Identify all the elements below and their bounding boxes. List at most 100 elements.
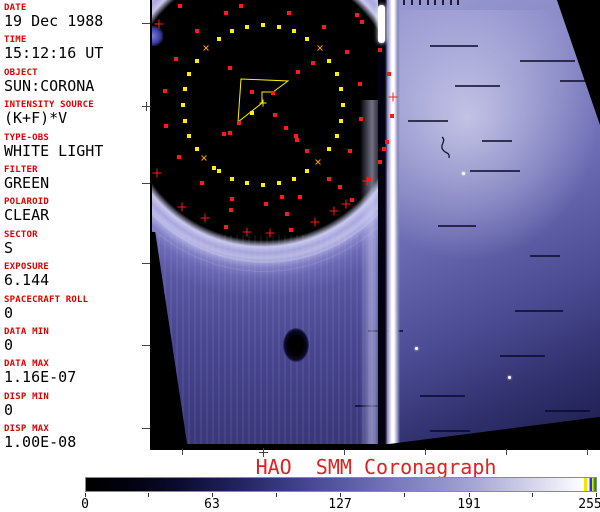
red-fiducial-dot xyxy=(163,89,167,93)
dark-streak xyxy=(545,410,590,412)
yellow-fiducial-dot xyxy=(335,72,339,76)
colorbar-label: 191 xyxy=(457,497,480,512)
telemetry-field: INTENSITY SOURCE(K+F)*V xyxy=(4,100,148,126)
field-value: 19 Dec 1988 xyxy=(4,14,148,29)
dark-streak xyxy=(430,45,478,47)
white-speck xyxy=(415,347,418,350)
field-value: WHITE LIGHT xyxy=(4,144,148,159)
yellow-fiducial-dot xyxy=(277,181,281,185)
red-plus-marker xyxy=(201,214,210,223)
red-fiducial-dot xyxy=(230,197,234,201)
red-fiducial-dot xyxy=(222,132,226,136)
telemetry-sidebar: DATE19 Dec 1988TIME15:12:16 UTOBJECTSUN:… xyxy=(0,0,150,450)
top-edge-mark xyxy=(427,0,429,5)
red-fiducial-dot xyxy=(280,195,284,199)
yellow-fiducial-dot xyxy=(292,29,296,33)
red-fiducial-dot xyxy=(228,66,232,70)
yellow-fiducial-dot xyxy=(195,59,199,63)
red-plus-marker xyxy=(389,93,398,102)
red-fiducial-dot xyxy=(311,61,315,65)
yellow-fiducial-dot xyxy=(327,147,331,151)
top-edge-mark xyxy=(411,0,413,5)
red-plus-marker xyxy=(363,177,372,186)
yellow-fiducial-dot xyxy=(335,134,339,138)
telemetry-field: TIME15:12:16 UT xyxy=(4,35,148,61)
dark-streak xyxy=(515,310,563,312)
yellow-fiducial-dot xyxy=(212,166,216,170)
yellow-fiducial-dot xyxy=(195,147,199,151)
telemetry-field: POLAROIDCLEAR xyxy=(4,197,148,223)
white-sliver-artifact xyxy=(378,5,385,43)
red-fiducial-dot xyxy=(285,212,289,216)
corona-striations xyxy=(152,235,378,447)
left-axis-tick xyxy=(142,183,150,184)
telemetry-field: EXPOSURE6.144 xyxy=(4,262,148,288)
dark-streak xyxy=(520,60,575,62)
red-fiducial-dot xyxy=(250,90,254,94)
instrument-title: HAO SMM Coronagraph xyxy=(152,455,600,479)
red-fiducial-dot xyxy=(322,25,326,29)
top-edge-mark xyxy=(442,0,444,5)
red-fiducial-dot xyxy=(296,70,300,74)
yellow-fiducial-dot xyxy=(277,25,281,29)
yellow-fiducial-dot xyxy=(305,37,309,41)
red-fiducial-dot xyxy=(359,117,363,121)
dark-streak xyxy=(455,85,500,87)
yellow-fiducial-dot xyxy=(327,59,331,63)
yellow-fiducial-dot xyxy=(250,111,254,115)
red-fiducial-dot xyxy=(385,140,389,144)
top-edge-mark xyxy=(457,0,459,5)
field-value: 0 xyxy=(4,306,148,321)
red-fiducial-dot xyxy=(387,72,391,76)
field-label: DATA MIN xyxy=(4,327,148,337)
red-fiducial-dot xyxy=(289,228,293,232)
field-value: 6.144 xyxy=(4,273,148,288)
dark-squiggle-artifact xyxy=(438,136,454,160)
left-axis-tick xyxy=(142,263,150,264)
frame-edge-glint xyxy=(152,26,163,46)
yellow-fiducial-dot xyxy=(341,103,345,107)
red-fiducial-dot xyxy=(164,124,168,128)
red-fiducial-dot xyxy=(382,147,386,151)
red-fiducial-dot xyxy=(284,126,288,130)
yellow-fiducial-dot xyxy=(261,183,265,187)
field-value: (K+F)*V xyxy=(4,111,148,126)
red-fiducial-dot xyxy=(174,57,178,61)
field-value: S xyxy=(4,241,148,256)
telemetry-field: DISP MIN0 xyxy=(4,392,148,418)
field-value: CLEAR xyxy=(4,208,148,223)
red-fiducial-dot xyxy=(305,149,309,153)
dark-streak xyxy=(438,225,476,227)
white-speck xyxy=(462,172,465,175)
red-fiducial-dot xyxy=(239,4,243,8)
yellow-fiducial-dot xyxy=(230,177,234,181)
red-plus-marker xyxy=(155,20,164,29)
top-edge-mark xyxy=(403,0,405,5)
seam-bright-band xyxy=(360,100,380,447)
yellow-fiducial-dot xyxy=(230,29,234,33)
red-fiducial-dot xyxy=(378,48,382,52)
red-fiducial-dot xyxy=(229,208,233,212)
red-fiducial-dot xyxy=(177,155,181,159)
red-fiducial-dot xyxy=(200,181,204,185)
colorbar-minor-tick xyxy=(148,493,149,497)
field-value: SUN:CORONA xyxy=(4,79,148,94)
red-fiducial-dot xyxy=(390,114,394,118)
red-plus-marker xyxy=(266,229,275,238)
coronal-brightening xyxy=(387,10,600,280)
yellow-fiducial-dot xyxy=(217,37,221,41)
top-edge-mark xyxy=(434,0,436,5)
dark-streak xyxy=(430,430,470,432)
yellow-fiducial-dot xyxy=(187,134,191,138)
yellow-fiducial-dot xyxy=(261,23,265,27)
red-plus-marker xyxy=(311,218,320,227)
red-fiducial-dot xyxy=(298,195,302,199)
field-value: 0 xyxy=(4,338,148,353)
colorbar-label: 0 xyxy=(81,497,89,512)
dark-streak xyxy=(500,355,545,357)
red-plus-marker xyxy=(330,207,339,216)
rotation-wedge-bottom xyxy=(152,444,392,450)
left-axis-tick xyxy=(142,345,150,346)
dark-streak xyxy=(408,120,448,122)
red-fiducial-dot xyxy=(287,11,291,15)
